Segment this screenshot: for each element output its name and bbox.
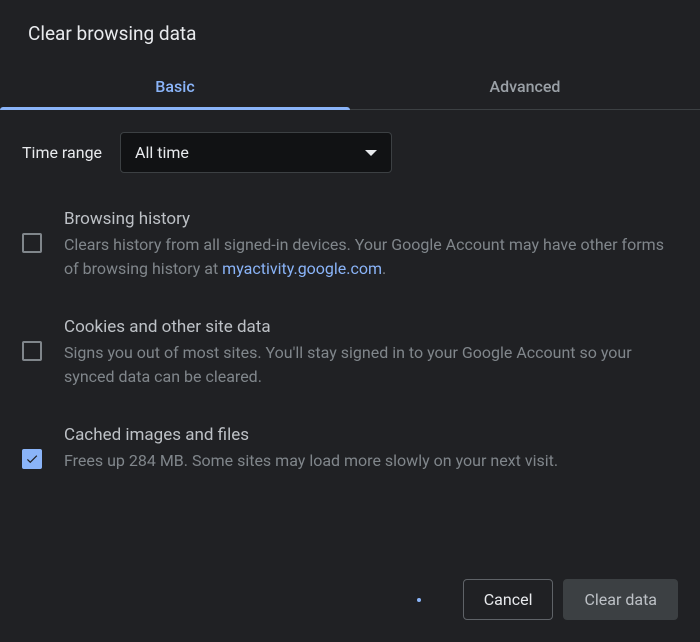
cancel-button[interactable]: Cancel: [463, 579, 554, 620]
option-cache: Cached images and files Frees up 284 MB.…: [22, 425, 672, 473]
clear-data-button[interactable]: Clear data: [563, 579, 678, 620]
dialog-content: Time range All time Browsing history Cle…: [0, 110, 700, 579]
clear-browsing-data-dialog: Clear browsing data Basic Advanced Time …: [0, 0, 700, 642]
option-cookies-text: Cookies and other site data Signs you ou…: [64, 317, 672, 389]
loading-indicator: [417, 598, 421, 602]
tab-advanced-label: Advanced: [490, 77, 561, 96]
option-browsing-desc-after: .: [382, 259, 386, 278]
option-cookies-desc: Signs you out of most sites. You'll stay…: [64, 341, 672, 389]
option-browsing-text: Browsing history Clears history from all…: [64, 209, 672, 281]
time-range-row: Time range All time: [22, 132, 672, 173]
tab-basic-label: Basic: [155, 77, 194, 96]
myactivity-link[interactable]: myactivity.google.com: [222, 259, 382, 278]
chevron-down-icon: [365, 150, 377, 156]
option-cache-title: Cached images and files: [64, 425, 672, 445]
checkbox-cookies[interactable]: [22, 341, 42, 361]
option-browsing-title: Browsing history: [64, 209, 672, 229]
option-browsing-desc: Clears history from all signed-in device…: [64, 233, 672, 281]
option-cookies-title: Cookies and other site data: [64, 317, 672, 337]
time-range-dropdown[interactable]: All time: [120, 132, 392, 173]
dialog-title: Clear browsing data: [0, 0, 700, 63]
option-cookies: Cookies and other site data Signs you ou…: [22, 317, 672, 389]
tab-advanced[interactable]: Advanced: [350, 63, 700, 109]
tab-basic[interactable]: Basic: [0, 63, 350, 109]
checkbox-browsing-history[interactable]: [22, 233, 42, 253]
checkbox-cache[interactable]: [22, 449, 42, 469]
time-range-label: Time range: [22, 143, 102, 162]
tabs: Basic Advanced: [0, 63, 700, 110]
option-cache-text: Cached images and files Frees up 284 MB.…: [64, 425, 672, 473]
check-icon: [25, 452, 39, 466]
option-browsing-history: Browsing history Clears history from all…: [22, 209, 672, 281]
option-cache-desc: Frees up 284 MB. Some sites may load mor…: [64, 449, 672, 473]
time-range-value: All time: [135, 143, 189, 162]
dialog-footer: Cancel Clear data: [0, 579, 700, 642]
